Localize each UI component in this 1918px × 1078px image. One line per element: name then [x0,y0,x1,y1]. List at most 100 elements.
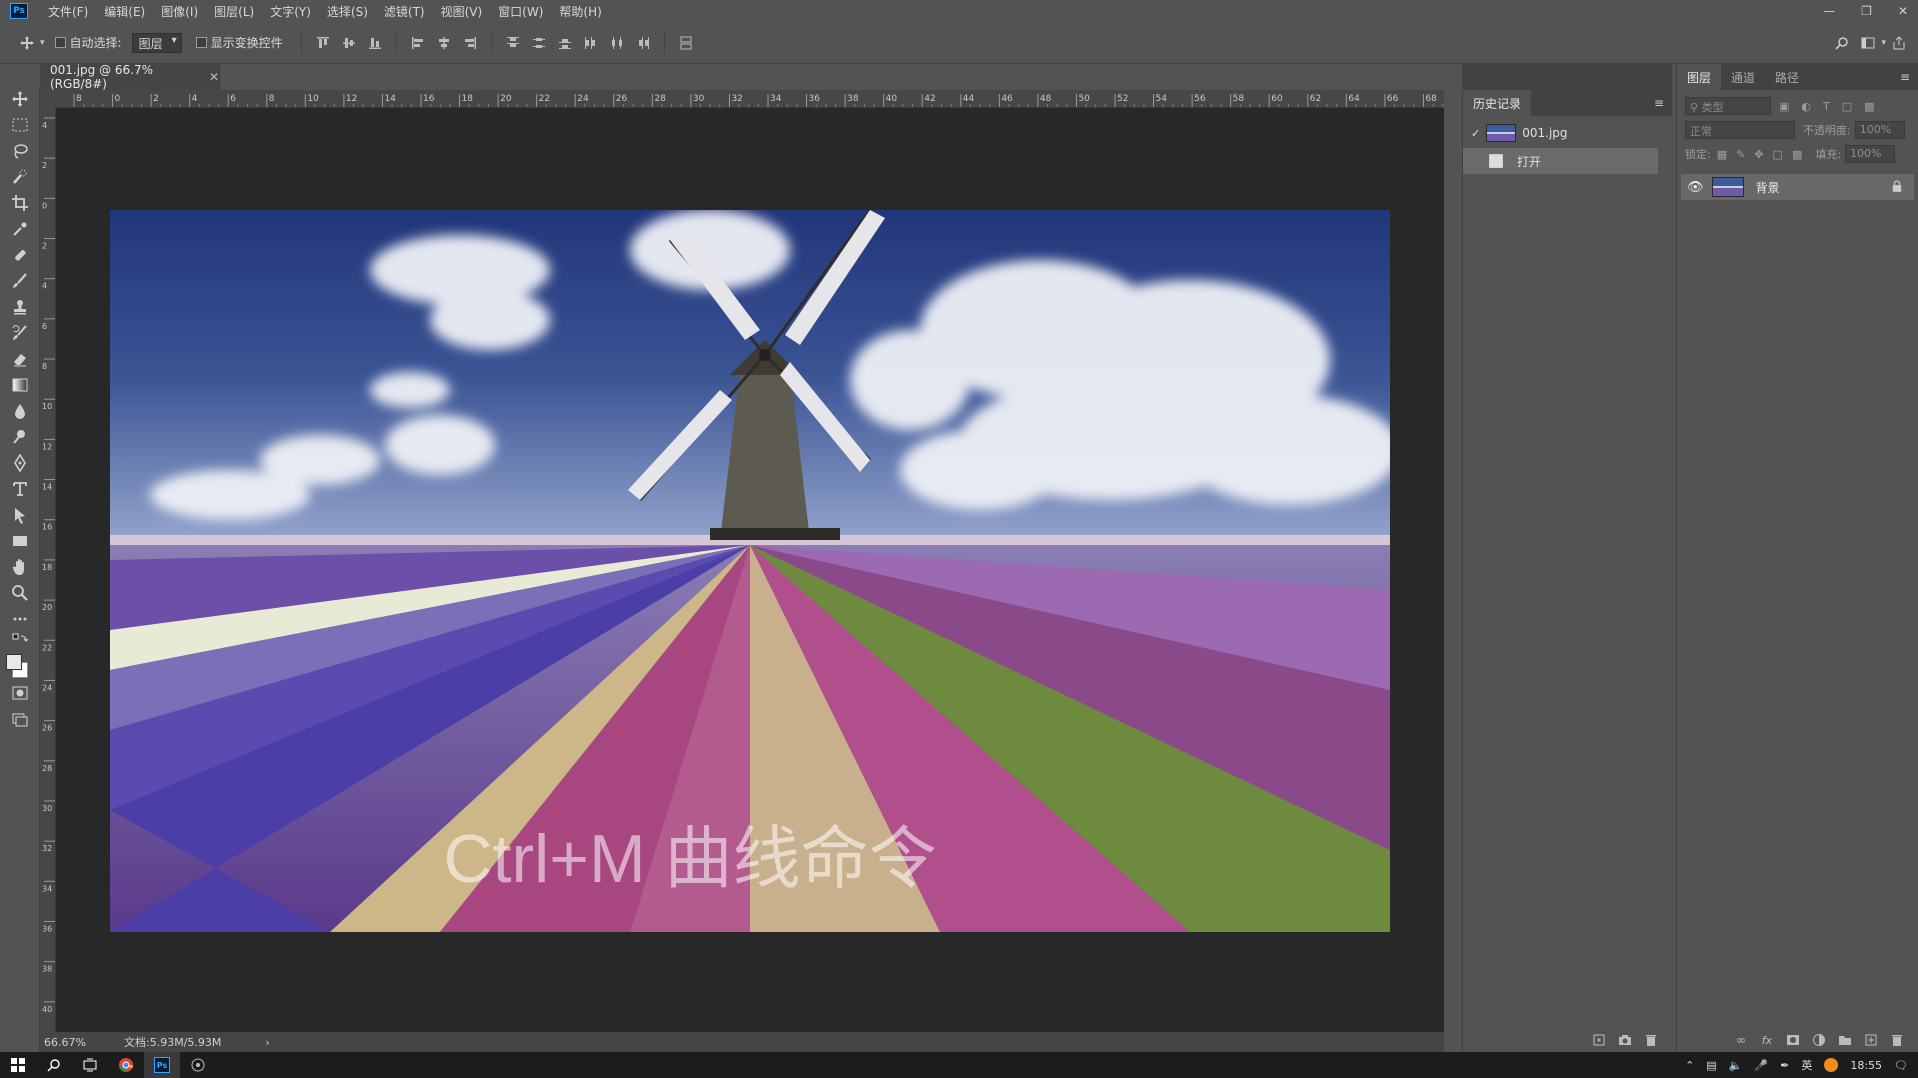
workspace-icon[interactable] [1861,36,1875,50]
visibility-eye-icon[interactable]: 👁 [1687,180,1704,195]
move-tool-icon[interactable] [0,86,40,112]
link-layers-icon[interactable]: ∞ [1734,1033,1748,1047]
distribute-right-icon[interactable] [636,36,650,50]
history-brush-tool-icon[interactable] [0,320,40,346]
task-view-icon[interactable] [72,1052,108,1078]
menu-help[interactable]: 帮助(H) [551,3,609,20]
volume-icon[interactable]: 🔈 [1729,1059,1743,1072]
document-size[interactable]: 文档:5.93M/5.93M [124,1034,221,1050]
show-transform-checkbox[interactable] [195,37,207,48]
distribute-top-icon[interactable] [506,36,520,50]
brush-source-icon[interactable]: ✓ [1471,127,1480,140]
align-vcenter-icon[interactable] [342,36,356,50]
notification-icon[interactable]: 🗨 [1894,1059,1908,1072]
photoshop-taskbar-icon[interactable]: Ps [144,1052,180,1078]
zoom-tool-icon[interactable] [0,580,40,606]
search-icon[interactable] [1835,36,1849,50]
blend-mode-dropdown[interactable]: 正常 [1685,121,1795,139]
camera-icon[interactable] [1618,1033,1632,1047]
auto-select-dropdown[interactable]: 图层 [131,32,182,53]
more-tools-icon[interactable] [0,606,40,632]
photoshop-logo-icon[interactable]: Ps [10,3,28,19]
microphone-icon[interactable]: 🎤 [1754,1059,1768,1072]
workspace-chevron-icon[interactable]: ▾ [1881,38,1886,48]
panel-menu-icon[interactable]: ≡ [1654,96,1664,110]
align-left-icon[interactable] [411,36,425,50]
menu-select[interactable]: 选择(S) [319,3,376,20]
healing-brush-tool-icon[interactable] [0,242,40,268]
align-hcenter-icon[interactable] [437,36,451,50]
opacity-input[interactable]: 100% [1854,121,1905,139]
tool-preset-chevron-icon[interactable]: ▾ [40,38,45,48]
menu-window[interactable]: 窗口(W) [490,3,551,20]
history-state[interactable]: 打开 [1463,148,1658,174]
share-icon[interactable] [1892,35,1906,50]
move-tool-icon[interactable] [20,35,34,50]
zoom-level[interactable]: 66.67% [44,1036,124,1049]
close-icon[interactable]: ✕ [1898,4,1908,18]
menu-file[interactable]: 文件(F) [40,3,96,20]
adjustment-layer-icon[interactable] [1812,1033,1826,1047]
eraser-tool-icon[interactable] [0,346,40,372]
swap-colors-icon[interactable] [0,632,40,650]
align-right-icon[interactable] [463,36,477,50]
clock[interactable]: 18:55 [1850,1059,1882,1072]
menu-view[interactable]: 视图(V) [433,3,491,20]
horizontal-ruler[interactable]: 8 0 2 4 6 8 10 12 14 16 18 20 22 24 26 28 30 32 34 36 38 40 42… [56,90,1444,108]
dodge-tool-icon[interactable] [0,424,40,450]
app-icon[interactable] [180,1052,216,1078]
tab-channels[interactable]: 通道 [1721,64,1765,90]
screen-mode-icon[interactable] [0,706,40,732]
hand-tool-icon[interactable] [0,554,40,580]
align-bottom-icon[interactable] [368,36,382,50]
distribute-left-icon[interactable] [584,36,598,50]
marquee-tool-icon[interactable] [0,112,40,138]
history-snapshot[interactable]: ✓ 001.jpg [1463,120,1672,146]
crop-tool-icon[interactable] [0,190,40,216]
document-image[interactable]: Ctrl+M 曲线命令 [110,210,1390,932]
search-icon[interactable] [36,1052,72,1078]
canvas-area[interactable]: Ctrl+M 曲线命令 [56,108,1444,1032]
menu-type[interactable]: 文字(Y) [262,3,319,20]
lock-options-icons[interactable]: ▦✎✥□▩ [1717,148,1812,161]
fill-input[interactable]: 100% [1845,145,1896,163]
new-group-icon[interactable] [1838,1033,1852,1047]
vertical-ruler[interactable]: 4 2 0 2 4 6 8 10 12 14 16 18 20 22 24 26 28 30 32 34 36 38 40 [40,108,56,1032]
align-top-icon[interactable] [316,36,330,50]
layer-filter-icons[interactable]: ▣◐T□▩ [1779,100,1887,113]
distribute-bottom-icon[interactable] [558,36,572,50]
eyedropper-tool-icon[interactable] [0,216,40,242]
network-icon[interactable]: ▤ [1706,1059,1716,1072]
panel-menu-icon[interactable]: ≡ [1900,70,1910,84]
minimize-icon[interactable]: — [1823,4,1835,18]
document-tab[interactable]: 001.jpg @ 66.7%(RGB/8#) ✕ [40,63,220,91]
lasso-tool-icon[interactable] [0,138,40,164]
layer-name[interactable]: 背景 [1756,179,1892,196]
menu-layer[interactable]: 图层(L) [206,3,262,20]
lock-icon[interactable] [1892,179,1902,195]
input-method-icon[interactable] [1824,1058,1839,1072]
distribute-vcenter-icon[interactable] [532,36,546,50]
brush-tool-icon[interactable] [0,268,40,294]
tab-layers[interactable]: 图层 [1677,64,1722,90]
close-tab-icon[interactable]: ✕ [209,70,219,84]
pen-icon[interactable]: ✒ [1780,1059,1789,1072]
layer-filter-input[interactable]: ⚲ 类型 [1685,97,1771,115]
delete-layer-icon[interactable] [1890,1033,1904,1047]
menu-filter[interactable]: 滤镜(T) [376,3,433,20]
ruler-origin[interactable] [40,90,56,108]
tray-expand-icon[interactable]: ⌃ [1685,1059,1694,1072]
chrome-icon[interactable] [108,1052,144,1078]
layer-row[interactable]: 👁 背景 [1681,174,1914,200]
gradient-tool-icon[interactable] [0,372,40,398]
windows-start-icon[interactable] [0,1052,36,1078]
distribute-hcenter-icon[interactable] [610,36,624,50]
auto-align-icon[interactable] [679,36,693,50]
menu-image[interactable]: 图像(I) [153,3,206,20]
color-swatches[interactable] [0,650,40,680]
menu-edit[interactable]: 编辑(E) [96,3,153,20]
trash-icon[interactable] [1644,1033,1658,1047]
type-tool-icon[interactable] [0,476,40,502]
status-menu-chevron-icon[interactable]: › [265,1036,269,1049]
quick-mask-icon[interactable] [0,680,40,706]
